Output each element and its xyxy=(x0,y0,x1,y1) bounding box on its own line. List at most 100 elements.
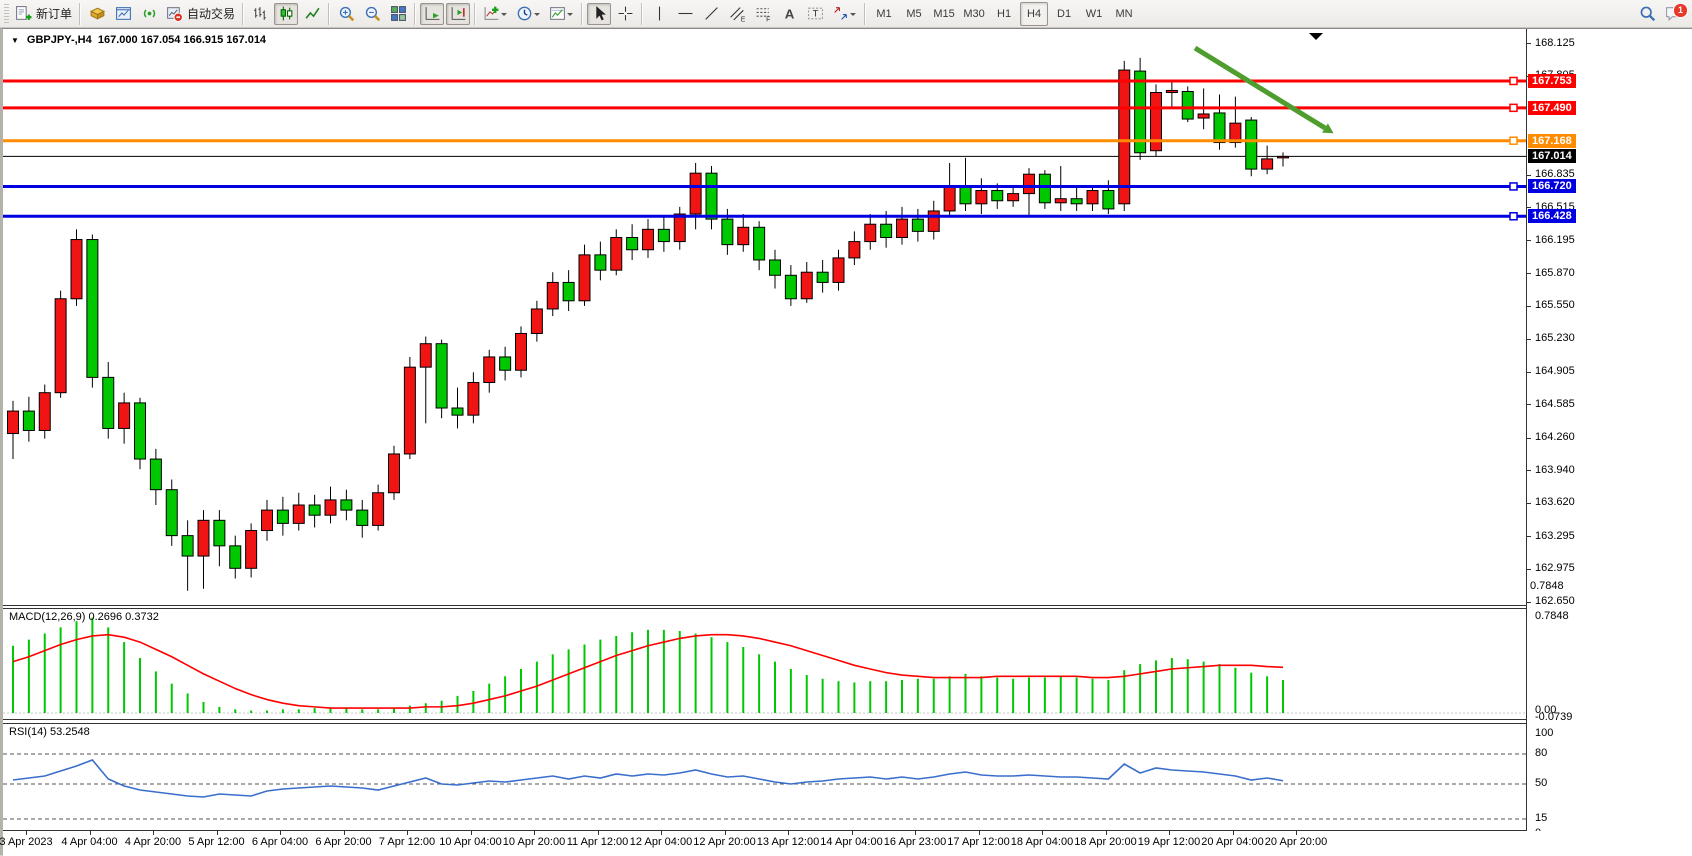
symbol-ohlc-title: GBPJPY-,H4 167.000 167.054 166.915 167.0… xyxy=(27,34,266,46)
candle xyxy=(484,350,495,393)
line-anchor[interactable] xyxy=(1510,77,1517,84)
indicators-button[interactable] xyxy=(480,3,511,25)
price-tag: 167.014 xyxy=(1528,149,1576,163)
line-anchor[interactable] xyxy=(1510,213,1517,220)
tile-windows-button[interactable] xyxy=(386,3,410,25)
zoom-out-button[interactable] xyxy=(360,3,384,25)
candles-chart-button[interactable] xyxy=(274,3,298,25)
timeframe-mn-button[interactable]: MN xyxy=(1110,2,1138,26)
timeframe-m15-button[interactable]: M15 xyxy=(930,2,958,26)
candle xyxy=(119,393,130,444)
time-tick xyxy=(534,831,535,835)
time-tick xyxy=(725,831,726,835)
price-tick-label: 168.125 xyxy=(1535,37,1575,50)
chevron-down-icon xyxy=(566,6,574,22)
signal-button[interactable] xyxy=(137,3,161,25)
time-axis[interactable]: 3 Apr 20234 Apr 04:004 Apr 20:005 Apr 12… xyxy=(3,831,1692,856)
time-label: 10 Apr 04:00 xyxy=(439,836,501,848)
time-tick xyxy=(217,831,218,835)
chat-button[interactable]: 1 xyxy=(1661,3,1685,25)
candle xyxy=(754,221,765,270)
line-anchor[interactable] xyxy=(1510,137,1517,144)
toolbar-separator xyxy=(414,3,416,25)
timeframe-m30-button[interactable]: M30 xyxy=(960,2,988,26)
price-tick-label: 163.295 xyxy=(1535,530,1575,543)
arrows-button[interactable] xyxy=(829,3,860,25)
candle xyxy=(976,178,987,214)
time-tick xyxy=(915,831,916,835)
cursor-button[interactable] xyxy=(587,3,611,25)
horizontal-line-button[interactable] xyxy=(673,3,697,25)
equidistant-channel-icon: E xyxy=(729,5,746,22)
time-label: 10 Apr 20:00 xyxy=(503,836,565,848)
price-tick xyxy=(1527,273,1531,274)
collapse-arrow-icon[interactable]: ▼ xyxy=(11,36,19,45)
notification-badge: 1 xyxy=(1673,3,1688,18)
timeframe-d1-button[interactable]: D1 xyxy=(1050,2,1078,26)
bars-chart-button[interactable] xyxy=(248,3,272,25)
arrows-icon xyxy=(832,5,849,22)
macd-axis-min: -0.0739 xyxy=(1535,711,1572,724)
price-tick-label: 162.650 xyxy=(1535,595,1575,608)
search-button[interactable] xyxy=(1635,3,1659,25)
zoom-in-button[interactable] xyxy=(334,3,358,25)
chart-window-button[interactable] xyxy=(111,3,135,25)
timeframe-m1-button[interactable]: M1 xyxy=(870,2,898,26)
chart-title-row: ▼ GBPJPY-,H4 167.000 167.054 166.915 167… xyxy=(11,34,266,46)
macd-chart[interactable] xyxy=(3,609,1526,719)
macd-label: MACD(12,26,9) 0.2696 0.3732 xyxy=(9,611,159,623)
candle xyxy=(357,500,368,538)
time-tick xyxy=(344,831,345,835)
candle xyxy=(611,229,622,275)
time-tick xyxy=(407,831,408,835)
timeframe-h4-button[interactable]: H4 xyxy=(1020,2,1048,26)
text-label-button[interactable]: T xyxy=(803,3,827,25)
cursor-icon xyxy=(591,5,608,22)
chart-window-icon xyxy=(115,5,132,22)
rsi-panel[interactable] xyxy=(3,723,1526,831)
candle xyxy=(516,326,527,377)
vertical-line-icon xyxy=(651,5,668,22)
templates-button[interactable] xyxy=(546,3,577,25)
equidistant-channel-button[interactable]: E xyxy=(725,3,749,25)
crosshair-icon xyxy=(617,5,634,22)
candle xyxy=(1151,84,1162,155)
text-button[interactable]: A xyxy=(777,3,801,25)
timeframe-w1-button[interactable]: W1 xyxy=(1080,2,1108,26)
auto-trading-button[interactable]: 自动交易 xyxy=(163,3,238,25)
candle xyxy=(262,500,273,541)
price-tick xyxy=(1527,175,1531,176)
crosshair-button[interactable] xyxy=(613,3,637,25)
chart-shift-marker[interactable] xyxy=(1309,33,1323,40)
fibonacci-button[interactable]: F xyxy=(751,3,775,25)
candle xyxy=(1262,146,1273,175)
candle xyxy=(1278,152,1289,166)
periods-button[interactable] xyxy=(513,3,544,25)
chart-shift-button[interactable] xyxy=(446,3,470,25)
line-anchor[interactable] xyxy=(1510,104,1517,111)
time-label: 20 Apr 04:00 xyxy=(1201,836,1263,848)
macd-panel[interactable] xyxy=(3,608,1526,720)
candle xyxy=(452,388,463,429)
time-tick xyxy=(90,831,91,835)
time-tick xyxy=(153,831,154,835)
market-watch-box-button[interactable] xyxy=(85,3,109,25)
candle xyxy=(420,337,431,424)
main-chart-panel[interactable] xyxy=(3,29,1526,606)
time-label: 6 Apr 04:00 xyxy=(252,836,308,848)
candle xyxy=(404,357,415,459)
auto-scroll-button[interactable] xyxy=(420,3,444,25)
price-axis[interactable]: 168.125167.805166.835166.515166.195165.8… xyxy=(1526,29,1692,831)
price-tick xyxy=(1527,438,1531,439)
candlestick-chart[interactable] xyxy=(3,29,1526,605)
line-anchor[interactable] xyxy=(1510,183,1517,190)
line-chart-button[interactable] xyxy=(300,3,324,25)
vertical-line-button[interactable] xyxy=(647,3,671,25)
new-order-button[interactable]: 新订单 xyxy=(12,3,75,25)
candle xyxy=(674,207,685,250)
time-label: 7 Apr 12:00 xyxy=(379,836,435,848)
timeframe-h1-button[interactable]: H1 xyxy=(990,2,1018,26)
rsi-chart[interactable] xyxy=(3,724,1526,830)
timeframe-m5-button[interactable]: M5 xyxy=(900,2,928,26)
trendline-button[interactable] xyxy=(699,3,723,25)
